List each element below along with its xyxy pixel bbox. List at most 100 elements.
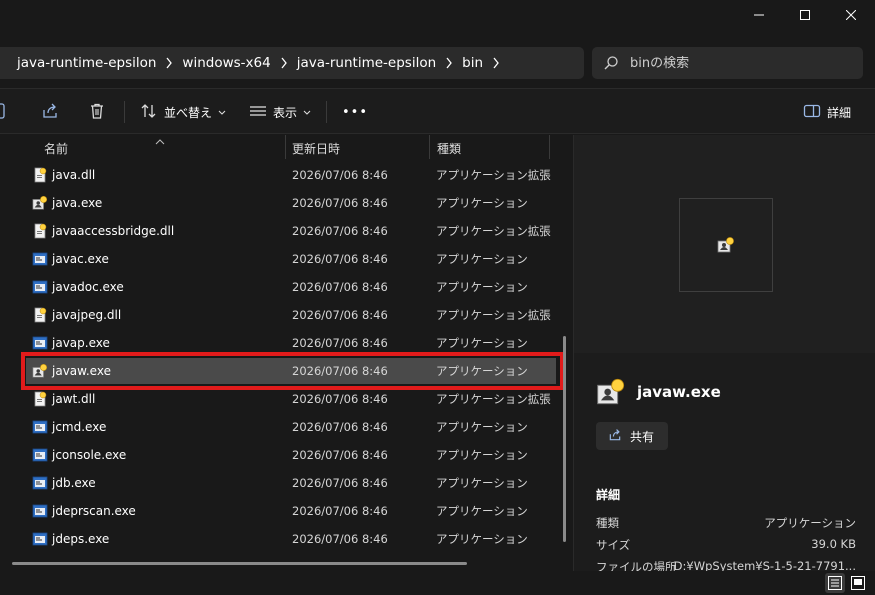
vertical-scrollbar[interactable] (563, 336, 566, 542)
column-header-date[interactable]: 更新日時 (292, 135, 340, 161)
minimize-button[interactable] (736, 0, 782, 30)
dll-icon (32, 307, 48, 323)
details-share-button[interactable]: 共有 (596, 422, 668, 450)
share-icon (41, 102, 59, 123)
details-view-button[interactable] (825, 573, 845, 593)
java-exe-icon (717, 237, 734, 253)
file-name: jdeps.exe (52, 532, 110, 546)
chevron-down-icon (218, 105, 226, 119)
column-divider[interactable] (549, 135, 550, 159)
chevron-right-icon[interactable] (271, 57, 297, 69)
view-label: 表示 (273, 105, 298, 120)
file-row[interactable]: jdeps.exe 2026/07/06 8:46 アプリケーション (26, 526, 556, 552)
exe-icon (32, 531, 48, 547)
chevron-down-icon (303, 105, 311, 119)
sort-button[interactable]: 並べ替え (140, 89, 226, 135)
close-button[interactable] (828, 0, 874, 30)
file-date: 2026/07/06 8:46 (292, 476, 388, 490)
prop-type-label: 種類 (596, 516, 619, 530)
file-info: javaw.exe 共有 詳細 種類 アプリケーション サイズ 39.0 KB … (574, 353, 875, 571)
prop-size-label: サイズ (596, 538, 631, 552)
copy-icon (0, 102, 10, 123)
java-exe-icon (596, 377, 626, 410)
share-icon (608, 428, 622, 445)
file-type: アプリケーション (436, 504, 528, 518)
search-box[interactable] (592, 47, 863, 79)
column-header-row: 名前 更新日時 種類 (0, 135, 572, 161)
view-button[interactable]: 表示 (249, 89, 311, 135)
dll-icon (32, 391, 48, 407)
file-row[interactable]: javac.exe 2026/07/06 8:46 アプリケーション (26, 246, 556, 272)
chevron-right-icon[interactable] (436, 57, 462, 69)
file-name: jconsole.exe (52, 448, 127, 462)
file-date: 2026/07/06 8:46 (292, 532, 388, 546)
file-thumbnail (679, 198, 773, 292)
column-divider[interactable] (285, 135, 286, 159)
address-bar[interactable]: java-runtime-epsilon windows-x64 java-ru… (0, 47, 584, 79)
command-bar: 並べ替え 表示 ••• 詳細 (0, 88, 875, 134)
details-pane-icon (803, 102, 821, 123)
breadcrumb-item[interactable]: windows-x64 (182, 55, 270, 71)
maximize-button[interactable] (782, 0, 828, 30)
search-input[interactable] (630, 55, 830, 71)
prop-size-value: 39.0 KB (811, 537, 856, 551)
breadcrumb-item[interactable]: java-runtime-epsilon (297, 55, 436, 71)
thumbnail-view-button[interactable] (848, 573, 868, 593)
trash-icon (88, 102, 106, 123)
file-row[interactable]: jcmd.exe 2026/07/06 8:46 アプリケーション (26, 414, 556, 440)
address-row: java-runtime-epsilon windows-x64 java-ru… (0, 38, 875, 86)
horizontal-scrollbar[interactable] (12, 562, 467, 565)
file-row[interactable]: javaaccessbridge.dll 2026/07/06 8:46 アプリケー… (26, 218, 556, 244)
file-type: アプリケーション (436, 448, 528, 462)
exe-icon (32, 419, 48, 435)
file-name: javajpeg.dll (52, 308, 122, 322)
chevron-right-icon[interactable] (483, 57, 509, 69)
more-options-button[interactable]: ••• (342, 89, 368, 135)
file-row[interactable]: jconsole.exe 2026/07/06 8:46 アプリケーション (26, 442, 556, 468)
column-header-name[interactable]: 名前 (44, 135, 68, 161)
file-type: アプリケーション拡張 (436, 308, 551, 322)
thumbnail-view-icon (851, 576, 865, 590)
file-type: アプリケーション (436, 196, 528, 210)
dll-icon (32, 223, 48, 239)
file-row[interactable]: java.dll 2026/07/06 8:46 アプリケーション拡張 (26, 162, 556, 188)
sort-label: 並べ替え (164, 105, 213, 120)
exe-icon (32, 475, 48, 491)
share-button[interactable] (41, 89, 59, 135)
file-name: java.exe (52, 196, 103, 210)
search-icon (604, 56, 618, 70)
file-type: アプリケーション (436, 280, 528, 294)
breadcrumb-item[interactable]: java-runtime-epsilon (17, 55, 156, 71)
file-date: 2026/07/06 8:46 (292, 196, 388, 210)
prop-location-value: D:¥WpSystem¥S-1-5-21-7791... (673, 559, 856, 571)
details-pane-button[interactable]: 詳細 (803, 89, 851, 135)
file-row[interactable]: jdb.exe 2026/07/06 8:46 アプリケーション (26, 470, 556, 496)
details-view-icon (828, 576, 842, 590)
file-row[interactable]: jdeprscan.exe 2026/07/06 8:46 アプリケーション (26, 498, 556, 524)
file-type: アプリケーション (436, 532, 528, 546)
details-file-name: javaw.exe (637, 383, 721, 401)
exe-icon (32, 279, 48, 295)
copy-button[interactable] (0, 89, 10, 135)
prop-type-value: アプリケーション (764, 516, 856, 530)
maximize-icon (800, 10, 810, 20)
file-date: 2026/07/06 8:46 (292, 504, 388, 518)
file-row[interactable]: java.exe 2026/07/06 8:46 アプリケーション (26, 190, 556, 216)
file-row[interactable]: javadoc.exe 2026/07/06 8:46 アプリケーション (26, 274, 556, 300)
column-header-type[interactable]: 種類 (437, 135, 461, 161)
more-icon: ••• (342, 104, 369, 120)
chevron-right-icon[interactable] (156, 57, 182, 69)
column-divider[interactable] (429, 135, 430, 159)
breadcrumb-item[interactable]: bin (462, 55, 483, 71)
preview-area (574, 135, 875, 353)
file-name: jawt.dll (52, 392, 96, 406)
delete-button[interactable] (88, 89, 106, 135)
file-name: javac.exe (52, 252, 109, 266)
file-date: 2026/07/06 8:46 (292, 252, 388, 266)
file-type: アプリケーション拡張 (436, 392, 551, 406)
file-row[interactable]: javajpeg.dll 2026/07/06 8:46 アプリケーション拡張 (26, 302, 556, 328)
file-type: アプリケーション拡張 (436, 168, 551, 182)
file-date: 2026/07/06 8:46 (292, 308, 388, 322)
file-name: java.dll (52, 168, 96, 182)
file-type: アプリケーション (436, 476, 528, 490)
